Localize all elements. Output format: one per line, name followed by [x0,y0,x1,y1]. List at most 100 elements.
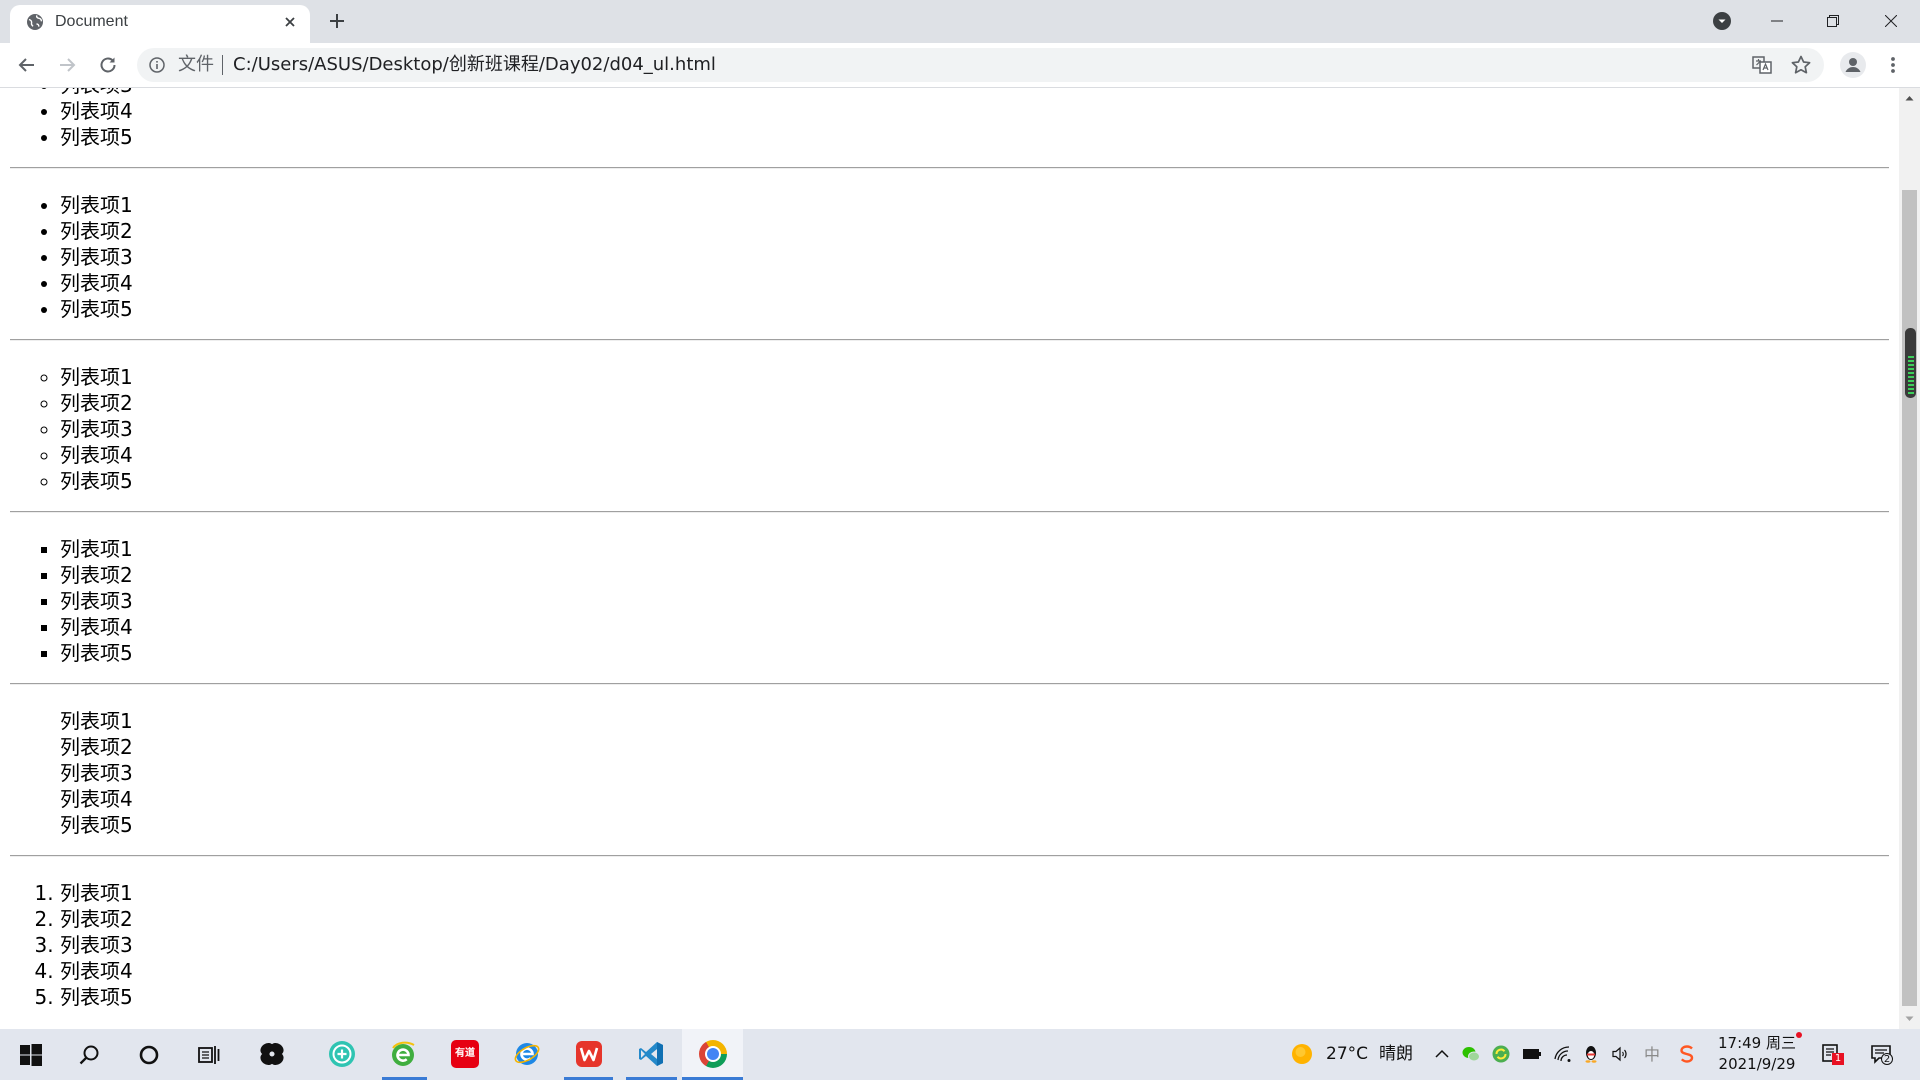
globe-icon [26,13,44,31]
back-arrow-icon[interactable] [16,54,38,76]
clock-date: 2021/9/29 [1718,1055,1796,1073]
tab-document[interactable]: Document [10,5,310,43]
list-item: 列表项2 [60,390,1889,416]
system-clock[interactable]: 17:49 周三 2021/9/29 [1712,1029,1802,1080]
address-divider [222,55,223,75]
chevron-up-icon[interactable] [1433,1045,1451,1063]
list-item: 列表项2 [60,735,133,759]
info-icon[interactable] [149,57,165,73]
battery-icon[interactable] [1522,1045,1541,1063]
sogou-icon[interactable] [1678,1045,1696,1063]
weather-temperature[interactable]: 27°C [1326,1043,1368,1066]
update-dot [1796,1032,1802,1038]
list-item: 列表项5 [60,124,1889,150]
list-item: 列表项5 [60,984,1889,1010]
wps-office-icon[interactable] [575,1040,603,1068]
green-sync-icon[interactable] [1492,1045,1510,1063]
list-item: 列表项4 [60,787,133,811]
list-item: 列表项2 [60,906,1889,932]
list-item: 列表项2 [60,218,1889,244]
volume-icon[interactable] [1611,1045,1629,1063]
notification-badge: 1 [1832,1053,1844,1065]
list-item: 列表项3 [60,416,1889,442]
numbered-list: 列表项1 列表项2 列表项3 列表项4 列表项5 [10,880,1889,1010]
horizontal-rule [10,511,1889,513]
vertical-scrollbar[interactable] [1899,88,1920,1029]
unmarked-list: 列表项1 列表项2 列表项3 列表项4 列表项5 [10,708,1889,838]
list-item: 列表项1 [60,192,1889,218]
bulleted-list-square: 列表项1 列表项2 列表项3 列表项4 列表项5 [10,536,1889,666]
notification-icon[interactable]: 1 [1821,1043,1844,1065]
list-item: 列表项5 [60,468,1889,494]
profile-icon[interactable] [1840,52,1866,78]
more-menu-icon[interactable] [1883,54,1903,76]
clock-time: 17:49 周三 [1718,1034,1796,1052]
internet-explorer-icon[interactable] [513,1040,541,1068]
list-item: 列表项5 [60,296,1889,322]
list-item: 列表项4 [60,270,1889,296]
list-item: 列表项1 [60,364,1889,390]
tab-search-icon[interactable] [1712,11,1732,31]
youdao-icon[interactable]: 有道 [451,1040,479,1068]
list-item: 列表项3 [60,588,1889,614]
list-item: 列表项5 [60,640,1889,666]
weather-condition[interactable]: 晴朗 [1379,1043,1413,1066]
qq-icon[interactable] [1582,1045,1600,1063]
scrollbar-overlay-marker [1905,328,1916,398]
youdao-logo-text: 有道 [451,1040,479,1068]
bulleted-list-disc: 列表项1 列表项2 列表项3 列表项4 列表项5 [10,192,1889,322]
reload-icon[interactable] [97,54,119,76]
plus-icon[interactable] [326,10,348,32]
weather-sun-icon[interactable] [1291,1043,1313,1065]
chrome-icon[interactable] [699,1040,727,1068]
restore-icon[interactable] [1827,15,1839,27]
list-item: 列表项3 [60,761,133,785]
list-item: 列表项2 [60,562,1889,588]
list-item: 列表项4 [60,98,1889,124]
teal-circle-app-icon[interactable] [328,1040,356,1068]
butterfly-app-icon[interactable] [258,1040,286,1068]
window-close-icon[interactable] [1885,15,1897,27]
action-center-icon[interactable]: 2 [1870,1043,1893,1065]
list-item: 列表项5 [60,813,133,837]
bulleted-list-circle: 列表项1 列表项2 列表项3 列表项4 列表项5 [10,364,1889,494]
scroll-down-arrow-icon[interactable] [1899,1009,1920,1029]
address-bar[interactable]: 文件 C:/Users/ASUS/Desktop/创新班课程/Day02/d04… [137,48,1824,82]
wechat-icon[interactable] [1462,1045,1480,1063]
horizontal-rule [10,167,1889,169]
list-item: 列表项1 [60,880,1889,906]
forward-arrow-icon[interactable] [56,54,78,76]
list-item: 列表项4 [60,958,1889,984]
tab-title: Document [55,13,128,30]
star-icon[interactable] [1790,54,1812,76]
list-item: 列表项4 [60,614,1889,640]
list-item: 列表项1 [60,536,1889,562]
list-item: 列表项3 [60,932,1889,958]
translate-icon[interactable] [1751,54,1773,76]
search-icon[interactable] [78,1044,100,1066]
page-viewport[interactable]: 列表项3 列表项4 列表项5 列表项1 列表项2 列表项3 列表项4 列表项5 … [0,88,1899,1029]
action-center-badge: 2 [1881,1053,1893,1065]
windows-taskbar: 有道 27°C 晴朗 中 17:49 周三 2021/9/29 1 2 [0,1029,1920,1080]
close-icon[interactable] [280,12,300,32]
scrollbar-thumb[interactable] [1902,190,1917,1006]
page-body: 列表项3 列表项4 列表项5 列表项1 列表项2 列表项3 列表项4 列表项5 … [10,88,1889,1027]
windows-start-icon[interactable] [20,1044,42,1066]
horizontal-rule [10,855,1889,857]
cortana-icon[interactable] [138,1044,160,1066]
task-view-icon[interactable] [198,1044,220,1066]
wifi-icon[interactable] [1554,1045,1572,1063]
minimize-icon[interactable] [1771,15,1783,27]
address-scheme-label: 文件 [178,54,214,75]
list-item: 列表项3 [60,244,1889,270]
vscode-icon[interactable] [637,1040,665,1068]
input-method-indicator[interactable]: 中 [1643,1043,1661,1066]
green-browser-icon[interactable] [389,1040,417,1068]
scroll-up-arrow-icon[interactable] [1899,88,1920,108]
list-item: 列表项1 [60,709,133,733]
horizontal-rule [10,683,1889,685]
browser-toolbar: 文件 C:/Users/ASUS/Desktop/创新班课程/Day02/d04… [0,43,1920,88]
list-item: 列表项4 [60,442,1889,468]
address-url[interactable]: C:/Users/ASUS/Desktop/创新班课程/Day02/d04_ul… [233,54,716,76]
horizontal-rule [10,339,1889,341]
